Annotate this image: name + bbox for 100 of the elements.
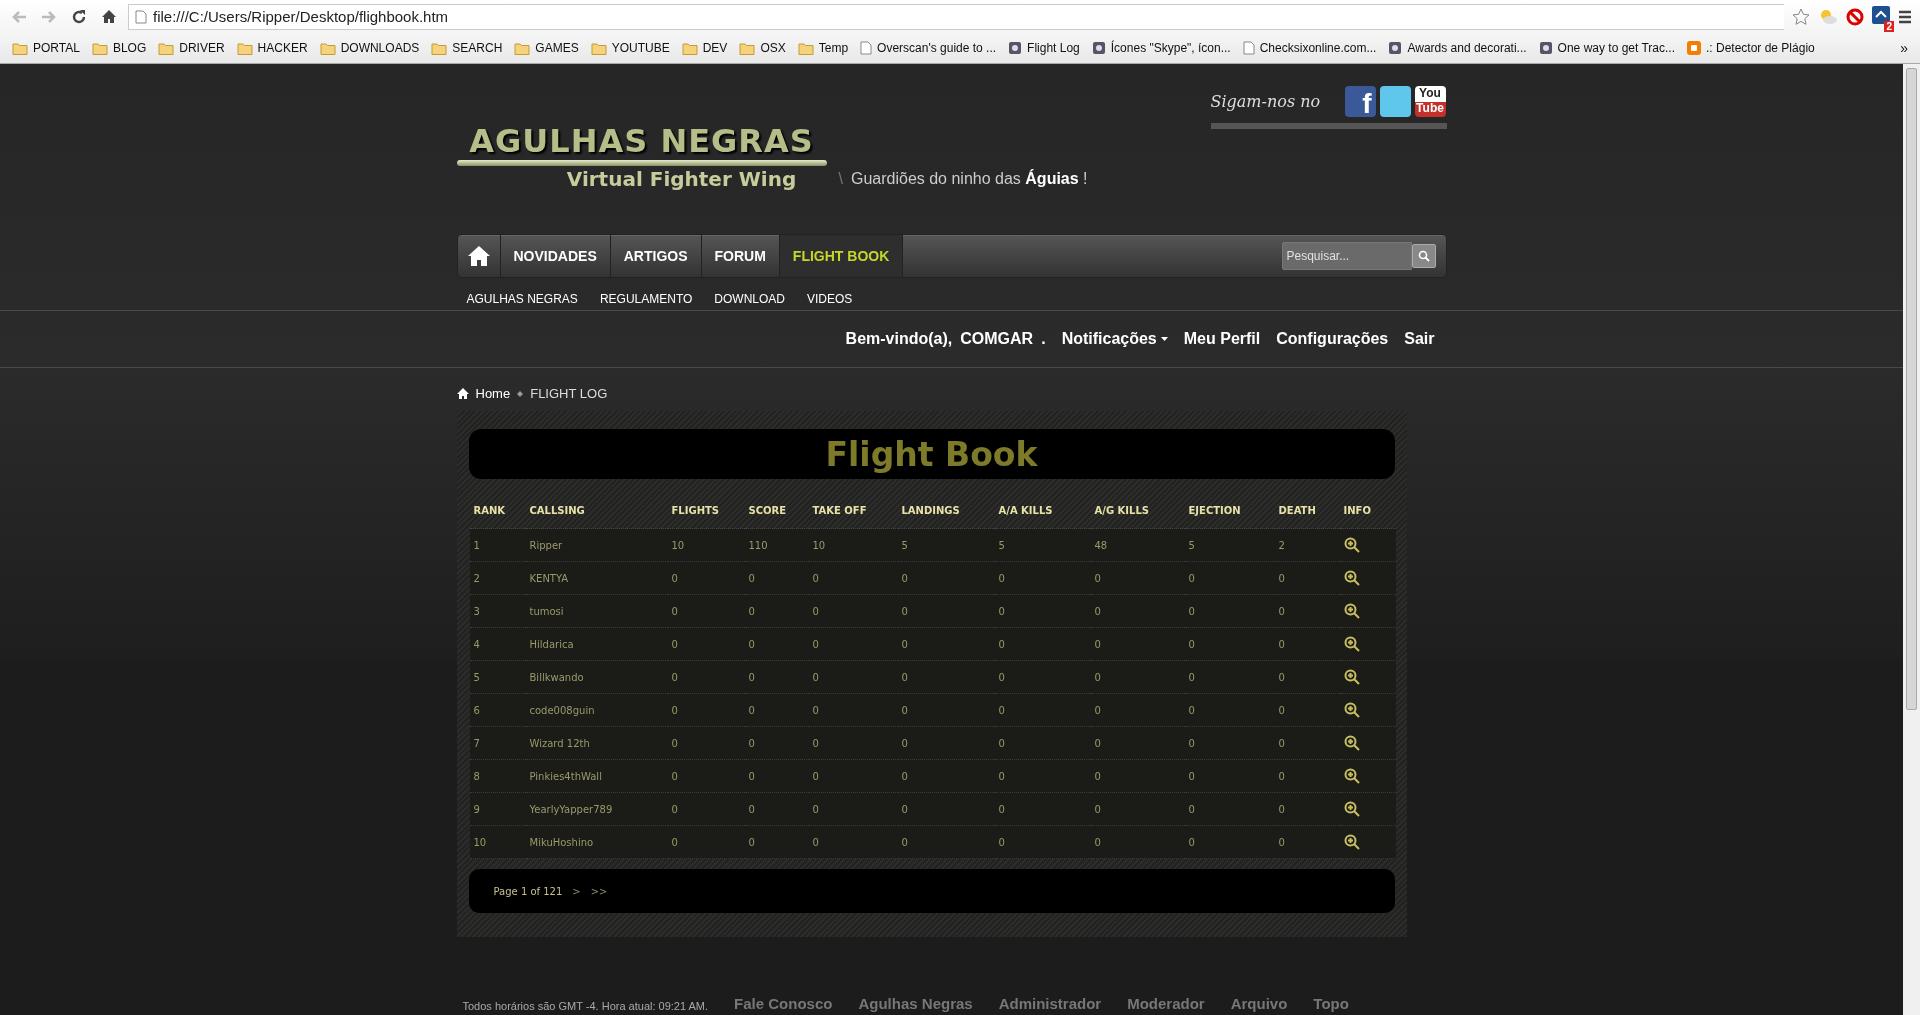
bookmark[interactable]: OSX — [733, 41, 792, 55]
table-cell: 0 — [667, 628, 745, 661]
next-page-link[interactable]: > — [572, 885, 581, 897]
zoom-in-icon[interactable] — [1343, 570, 1360, 586]
home-icon[interactable] — [466, 245, 491, 267]
nav-tab[interactable]: ARTIGOS — [610, 235, 702, 277]
folder-icon — [739, 41, 756, 55]
scrollbar-thumb[interactable] — [1906, 68, 1917, 710]
bookmark[interactable]: Overscan's guide to ... — [854, 41, 1003, 55]
last-page-link[interactable]: >> — [590, 885, 608, 897]
table-cell: 0 — [1274, 826, 1340, 859]
subnav-link[interactable]: AGULHAS NEGRAS — [466, 292, 578, 310]
zoom-in-icon[interactable] — [1343, 603, 1360, 619]
bookmark[interactable]: Checksixonline.com... — [1236, 41, 1383, 55]
bookmark[interactable]: One way to get Trac... — [1532, 41, 1681, 55]
table-cell: 0 — [1184, 760, 1275, 793]
subnav-link[interactable]: REGULAMENTO — [599, 292, 693, 310]
zoom-in-icon[interactable] — [1343, 537, 1360, 553]
page-status: Page 1 of 121 — [493, 885, 563, 897]
menu-icon[interactable] — [1898, 9, 1912, 24]
bookmark[interactable]: Flight Log — [1002, 41, 1086, 55]
more-bookmarks-button[interactable]: » — [1900, 40, 1908, 56]
table-cell: 5 — [897, 529, 995, 562]
bookmark[interactable]: HACKER — [230, 41, 314, 55]
user-menu-link[interactable]: Meu Perfil — [1183, 330, 1261, 348]
username-link[interactable]: COMGAR — [960, 330, 1034, 348]
zoom-in-icon[interactable] — [1343, 735, 1360, 751]
breadcrumb-link[interactable]: Home — [475, 386, 511, 401]
bookmark[interactable]: DOWNLOADS — [313, 41, 426, 55]
footer-link[interactable]: Administrador — [998, 995, 1102, 1012]
bookmark[interactable]: YOUTUBE — [584, 41, 676, 55]
table-cell: 0 — [667, 760, 745, 793]
folder-icon — [514, 41, 531, 55]
footer-link[interactable]: Moderador — [1127, 995, 1205, 1012]
table-cell: 0 — [994, 694, 1091, 727]
table-cell: 0 — [744, 727, 809, 760]
bookmark[interactable]: Awards and decorati... — [1382, 41, 1533, 55]
nav-tab[interactable]: FORUM — [701, 235, 780, 277]
table-cell: 0 — [667, 562, 745, 595]
table-cell: 110 — [744, 529, 809, 562]
subnav-link[interactable]: VIDEOS — [807, 292, 853, 310]
table-cell: 0 — [808, 826, 898, 859]
nav-tab[interactable]: FLIGHT BOOK — [779, 235, 904, 277]
zoom-in-icon[interactable] — [1343, 702, 1360, 718]
logo-subtitle: Virtual Fighter Wing — [565, 167, 797, 191]
footer-link[interactable]: Fale Conosco — [734, 995, 833, 1012]
table-cell: 0 — [808, 793, 898, 826]
footer-link[interactable]: Topo — [1313, 995, 1349, 1012]
table-cell: 8 — [469, 760, 526, 793]
bookmark[interactable]: DRIVER — [152, 41, 231, 55]
video-site-icon[interactable]: You Tube — [1414, 86, 1446, 117]
table-cell: 0 — [1274, 661, 1340, 694]
table-cell: 0 — [744, 826, 809, 859]
user-menu-link[interactable]: Notificações — [1061, 330, 1168, 348]
search-button[interactable] — [1411, 244, 1436, 268]
reload-icon[interactable] — [71, 8, 87, 25]
table-cell: 5 — [994, 529, 1091, 562]
arrow-icon — [517, 390, 524, 397]
star-icon[interactable] — [1792, 7, 1810, 26]
bookmark[interactable]: SEARCH — [425, 41, 509, 55]
bookmark[interactable]: PORTAL — [6, 41, 86, 55]
table-cell: 0 — [897, 562, 995, 595]
bookmark[interactable]: .: Detector de Plágio — [1681, 41, 1821, 55]
address-field[interactable]: file:///C:/Users/Ripper/Desktop/flighbook.htm — [128, 3, 1784, 30]
folder-icon — [590, 41, 607, 55]
table-cell: 0 — [1274, 562, 1340, 595]
folder-icon — [681, 41, 698, 55]
follow-label: Sigam-nos no — [1210, 92, 1322, 111]
bookmark[interactable]: BLOG — [85, 41, 153, 55]
table-cell: Billkwando — [525, 661, 668, 694]
user-menu-link[interactable]: Sair — [1404, 330, 1435, 348]
footer-link[interactable]: Agulhas Negras — [858, 995, 973, 1012]
footer-link[interactable]: Arquivo — [1230, 995, 1288, 1012]
user-menu-link[interactable]: Configurações — [1276, 330, 1389, 348]
bookmark[interactable]: Ícones "Skype", ícon... — [1085, 41, 1237, 55]
time-info: Todos horários são GMT -4. Hora atual: 09:21 AM. — [462, 1000, 709, 1012]
table-cell: 0 — [667, 595, 745, 628]
site-icon — [1388, 41, 1403, 55]
facebook-icon[interactable]: f — [1344, 86, 1376, 117]
search-field[interactable]: Pesquisar... — [1281, 242, 1412, 270]
nav-tab[interactable]: NOVIDADES — [500, 235, 611, 277]
bookmark[interactable]: DEV — [675, 41, 734, 55]
block-icon[interactable] — [1846, 7, 1864, 26]
table-cell: 0 — [994, 826, 1091, 859]
table-cell: 0 — [1184, 826, 1275, 859]
zoom-in-icon[interactable] — [1343, 636, 1360, 652]
zoom-in-icon[interactable] — [1343, 768, 1360, 784]
table-cell: Wizard 12th — [525, 727, 668, 760]
zoom-in-icon[interactable] — [1343, 669, 1360, 685]
bookmark[interactable]: GAMES — [508, 41, 585, 55]
home-icon[interactable] — [101, 9, 117, 24]
bookmark[interactable]: Temp — [791, 41, 855, 55]
extension-icon[interactable] — [1872, 5, 1890, 24]
zoom-in-icon[interactable] — [1343, 834, 1360, 850]
table-cell: 0 — [1090, 562, 1185, 595]
subnav-link[interactable]: DOWNLOAD — [714, 292, 785, 310]
zoom-in-icon[interactable] — [1343, 801, 1360, 817]
table-cell: 0 — [808, 562, 898, 595]
table-cell: 0 — [1274, 595, 1340, 628]
folder-icon — [319, 41, 336, 55]
